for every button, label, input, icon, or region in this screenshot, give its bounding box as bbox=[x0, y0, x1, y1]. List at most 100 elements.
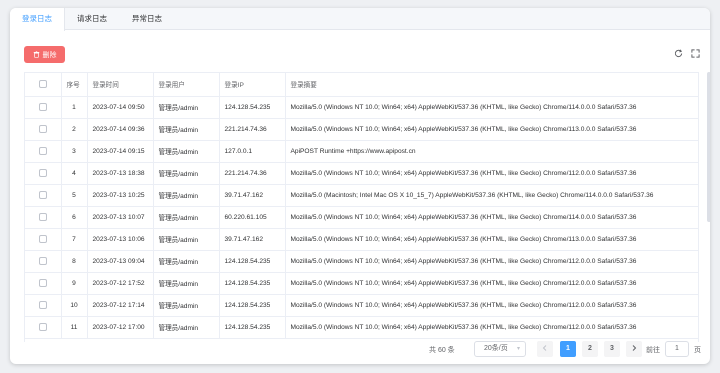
cell-login-user: 管理员/admin bbox=[153, 140, 220, 163]
total-count: 共 60 条 bbox=[429, 347, 455, 354]
row-checkbox[interactable] bbox=[25, 184, 62, 207]
cell-login-time: 2023-07-12 17:14 bbox=[87, 294, 154, 317]
cell-login-summary: Mozilla/5.0 (Windows NT 10.0; Win64; x64… bbox=[285, 206, 698, 229]
log-panel: 登录日志 请求日志 异常日志 删除 序号 登录时间 登录用户 登录IP 登录摘要… bbox=[10, 8, 710, 364]
cell-index: 5 bbox=[61, 184, 88, 207]
cell-login-user: 管理员/admin bbox=[153, 228, 220, 251]
cell-login-user: 管理员/admin bbox=[153, 96, 220, 119]
tab-exception-log[interactable]: 异常日志 bbox=[120, 8, 175, 30]
row-checkbox[interactable] bbox=[25, 140, 62, 163]
cell-index: 4 bbox=[61, 162, 88, 185]
row-checkbox[interactable] bbox=[25, 228, 62, 251]
cell-login-summary: Mozilla/5.0 (Windows NT 10.0; Win64; x64… bbox=[285, 96, 698, 119]
table-tools bbox=[674, 49, 700, 58]
fullscreen-icon[interactable] bbox=[691, 49, 700, 58]
row-checkbox[interactable] bbox=[25, 118, 62, 141]
cell-login-ip: 60.220.61.105 bbox=[219, 206, 286, 229]
cell-login-summary: Mozilla/5.0 (Windows NT 10.0; Win64; x64… bbox=[285, 272, 698, 295]
select-all-checkbox[interactable] bbox=[25, 73, 62, 97]
cell-login-time: 2023-07-12 17:52 bbox=[87, 272, 154, 295]
column-header-login-user: 登录用户 bbox=[153, 73, 220, 97]
cell-index: 6 bbox=[61, 206, 88, 229]
chevron-right-icon bbox=[632, 345, 637, 352]
cell-login-time: 2023-07-14 09:36 bbox=[87, 118, 154, 141]
cell-login-ip: 124.128.54.235 bbox=[219, 272, 286, 295]
page-button-2[interactable]: 2 bbox=[582, 341, 598, 357]
cell-login-time: 2023-07-14 09:50 bbox=[87, 96, 154, 119]
cell-login-time: 2023-07-13 18:38 bbox=[87, 162, 154, 185]
prev-page-button[interactable] bbox=[537, 341, 553, 357]
trash-icon bbox=[33, 51, 39, 58]
table-row: 7 2023-07-13 10:06 管理员/admin 39.71.47.162 Mo… bbox=[25, 228, 698, 251]
goto-label: 前往 bbox=[646, 347, 660, 354]
goto-page-input[interactable]: 1 bbox=[665, 341, 689, 357]
cell-index: 10 bbox=[61, 294, 88, 317]
cell-login-ip: 124.128.54.235 bbox=[219, 294, 286, 317]
cell-login-time: 2023-07-12 17:00 bbox=[87, 316, 154, 339]
tab-login-log[interactable]: 登录日志 bbox=[10, 8, 65, 31]
cell-index: 11 bbox=[61, 316, 88, 339]
table-row: 6 2023-07-13 10:07 管理员/admin 60.220.61.105 M… bbox=[25, 206, 698, 229]
table-row: 11 2023-07-12 17:00 管理员/admin 124.128.54.23… bbox=[25, 316, 698, 339]
table-row: 4 2023-07-13 18:38 管理员/admin 221.214.74.36 M… bbox=[25, 162, 698, 185]
cell-login-time: 2023-07-13 10:07 bbox=[87, 206, 154, 229]
cell-index: 3 bbox=[61, 140, 88, 163]
delete-button[interactable]: 删除 bbox=[24, 46, 65, 63]
table-row: 9 2023-07-12 17:52 管理员/admin 124.128.54.235… bbox=[25, 272, 698, 295]
delete-button-label: 删除 bbox=[42, 51, 57, 59]
cell-login-user: 管理员/admin bbox=[153, 184, 220, 207]
page-size-value: 20条/页 bbox=[484, 345, 508, 352]
cell-login-time: 2023-07-13 10:06 bbox=[87, 228, 154, 251]
cell-login-ip: 221.214.74.36 bbox=[219, 162, 286, 185]
page-button-3[interactable]: 3 bbox=[604, 341, 620, 357]
cell-login-user: 管理员/admin bbox=[153, 206, 220, 229]
cell-login-ip: 124.128.54.235 bbox=[219, 316, 286, 339]
page-size-select[interactable]: 20条/页 ▾ bbox=[474, 341, 526, 357]
cell-login-summary: Mozilla/5.0 (Windows NT 10.0; Win64; x64… bbox=[285, 162, 698, 185]
column-header-login-time: 登录时间 bbox=[87, 73, 154, 97]
cell-login-summary: Mozilla/5.0 (Windows NT 10.0; Win64; x64… bbox=[285, 294, 698, 317]
tab-bar: 登录日志 请求日志 异常日志 bbox=[10, 8, 710, 31]
cell-login-summary: Mozilla/5.0 (Windows NT 10.0; Win64; x64… bbox=[285, 228, 698, 251]
cell-login-ip: 124.128.54.235 bbox=[219, 96, 286, 119]
table-row: 2 2023-07-14 09:36 管理员/admin 221.214.74.36 M… bbox=[25, 118, 698, 141]
row-checkbox[interactable] bbox=[25, 294, 62, 317]
cell-login-ip: 124.128.54.235 bbox=[219, 250, 286, 273]
cell-login-user: 管理员/admin bbox=[153, 316, 220, 339]
table-toolbar: 删除 bbox=[24, 46, 700, 63]
cell-login-user: 管理员/admin bbox=[153, 162, 220, 185]
cell-login-user: 管理员/admin bbox=[153, 118, 220, 141]
row-checkbox[interactable] bbox=[25, 206, 62, 229]
row-checkbox[interactable] bbox=[25, 162, 62, 185]
log-table: 序号 登录时间 登录用户 登录IP 登录摘要 1 2023-07-14 09:50… bbox=[24, 72, 699, 342]
row-checkbox[interactable] bbox=[25, 96, 62, 119]
row-checkbox[interactable] bbox=[25, 272, 62, 295]
refresh-icon[interactable] bbox=[674, 49, 683, 58]
cell-login-ip: 127.0.0.1 bbox=[219, 140, 286, 163]
table-scrollbar[interactable] bbox=[707, 72, 710, 222]
table-row: 8 2023-07-13 09:04 管理员/admin 124.128.54.235… bbox=[25, 250, 698, 273]
cell-index: 7 bbox=[61, 228, 88, 251]
tab-request-log[interactable]: 请求日志 bbox=[65, 8, 120, 30]
column-header-index: 序号 bbox=[61, 73, 88, 97]
cell-login-summary: Mozilla/5.0 (Windows NT 10.0; Win64; x64… bbox=[285, 250, 698, 273]
next-page-button[interactable] bbox=[626, 341, 642, 357]
cell-login-ip: 221.214.74.36 bbox=[219, 118, 286, 141]
chevron-down-icon: ▾ bbox=[516, 346, 520, 352]
cell-index: 1 bbox=[61, 96, 88, 119]
row-checkbox[interactable] bbox=[25, 316, 62, 339]
cell-login-summary: Mozilla/5.0 (Windows NT 10.0; Win64; x64… bbox=[285, 316, 698, 339]
table-row: 5 2023-07-13 10:25 管理员/admin 39.71.47.162 Mo… bbox=[25, 184, 698, 207]
cell-login-time: 2023-07-14 09:15 bbox=[87, 140, 154, 163]
page-button-1[interactable]: 1 bbox=[560, 341, 576, 357]
cell-login-user: 管理员/admin bbox=[153, 294, 220, 317]
table-body: 1 2023-07-14 09:50 管理员/admin 124.128.54.235… bbox=[25, 96, 698, 339]
table-row: 3 2023-07-14 09:15 管理员/admin 127.0.0.1 ApiPO… bbox=[25, 140, 698, 163]
chevron-left-icon bbox=[542, 345, 547, 352]
cell-login-time: 2023-07-13 09:04 bbox=[87, 250, 154, 273]
cell-login-summary: ApiPOST Runtime +https://www.apipost.cn bbox=[285, 140, 698, 163]
row-checkbox[interactable] bbox=[25, 250, 62, 273]
cell-login-user: 管理员/admin bbox=[153, 250, 220, 273]
table-row: 10 2023-07-12 17:14 管理员/admin 124.128.54.23… bbox=[25, 294, 698, 317]
cell-login-time: 2023-07-13 10:25 bbox=[87, 184, 154, 207]
